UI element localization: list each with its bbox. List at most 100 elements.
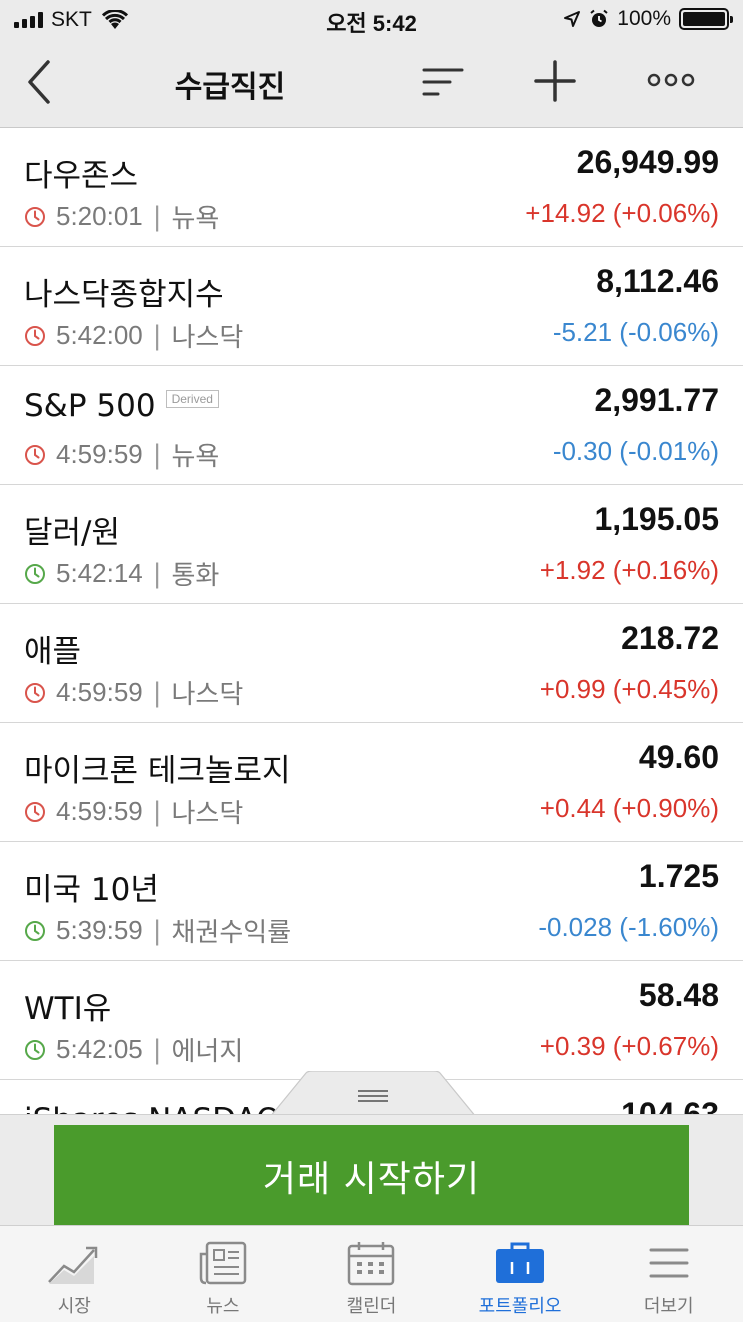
quote-time: 5:42:05 <box>56 1034 143 1064</box>
list-item[interactable]: WTI유 58.48 5:42:05 | 에너지 +0.39 (+0.67%) <box>0 961 743 1080</box>
separator: | <box>152 796 162 827</box>
market-name: 뉴욕 <box>171 204 220 234</box>
tab-news[interactable]: 뉴스 <box>149 1226 298 1322</box>
instrument-price: 2,991.77 <box>594 382 719 418</box>
tab-market[interactable]: 시장 <box>0 1226 149 1322</box>
instrument-name: 다우존스 <box>24 150 138 195</box>
nav-bar: 수급직진 <box>0 40 743 128</box>
price-change: -0.30 (-0.01%) <box>552 436 719 466</box>
quote-time: 5:42:00 <box>56 320 143 350</box>
instrument-name: 애플 <box>24 626 81 671</box>
start-trading-button[interactable]: 거래 시작하기 <box>54 1125 689 1226</box>
clock-icon <box>25 920 45 941</box>
instrument-price: 1,195.05 <box>594 501 719 537</box>
instrument-meta: 4:59:59 | 나스닥 <box>24 674 243 711</box>
market-name: 나스닥 <box>171 323 244 353</box>
more-dots-icon[interactable] <box>646 68 696 92</box>
instrument-name-text: 마이크론 테크놀로지 <box>24 753 291 789</box>
price-change: -5.21 (-0.06%) <box>552 317 719 347</box>
status-right: 100% <box>563 7 733 31</box>
calendar-icon <box>348 1242 395 1286</box>
price-change: -0.028 (-1.60%) <box>538 912 719 942</box>
instrument-name: 나스닥종합지수 <box>24 269 224 314</box>
price-change: +0.44 (+0.90%) <box>539 793 719 823</box>
quote-time: 4:59:59 <box>56 796 143 826</box>
list-item[interactable]: 달러/원 1,195.05 5:42:14 | 통화 +1.92 (+0.16%) <box>0 485 743 604</box>
drawer-handle[interactable] <box>270 1071 476 1117</box>
alarm-icon <box>590 9 608 27</box>
quote-time: 4:59:59 <box>56 677 143 707</box>
list-item[interactable]: 나스닥종합지수 8,112.46 5:42:00 | 나스닥 -5.21 (-0.06%) <box>0 247 743 366</box>
instrument-price: 26,949.99 <box>576 144 719 180</box>
sort-icon[interactable] <box>420 62 466 102</box>
portfolio-list: 다우존스 26,949.99 5:20:01 | 뉴욕 +14.92 (+0.06%) 나스… <box>0 128 743 1118</box>
separator: | <box>152 320 162 351</box>
instrument-name-text: 다우존스 <box>24 158 139 194</box>
clock-icon <box>25 206 45 227</box>
quote-time: 5:20:01 <box>56 201 143 231</box>
instrument-name: 마이크론 테크놀로지 <box>24 745 291 790</box>
instrument-meta: 5:42:00 | 나스닥 <box>24 317 243 354</box>
instrument-meta: 4:59:59 | 뉴욕 <box>24 436 219 473</box>
list-item[interactable]: 마이크론 테크놀로지 49.60 4:59:59 | 나스닥 +0.44 (+0.90%) <box>0 723 743 842</box>
instrument-meta: 5:42:05 | 에너지 <box>24 1031 243 1068</box>
tab-label: 캘린더 <box>346 1296 397 1317</box>
clock-icon <box>25 1039 45 1060</box>
page-title: 수급직진 <box>174 70 286 105</box>
instrument-price: 8,112.46 <box>596 263 719 299</box>
tab-calendar[interactable]: 캘린더 <box>297 1226 446 1322</box>
clock-icon <box>25 801 45 822</box>
instrument-price: 49.60 <box>638 739 719 775</box>
list-item[interactable]: 미국 10년 1.725 5:39:59 | 채권수익률 -0.028 (-1.60%) <box>0 842 743 961</box>
instrument-name: WTI유 <box>24 983 111 1028</box>
briefcase-icon <box>496 1242 545 1283</box>
quote-time: 4:59:59 <box>56 439 143 469</box>
instrument-price: 58.48 <box>638 977 719 1013</box>
market-name: 에너지 <box>171 1037 244 1067</box>
status-bar: SKT 오전 5:42 100% <box>0 0 743 40</box>
instrument-name: S&P 500 Derived <box>24 388 219 424</box>
tab-portfolio[interactable]: 포트폴리오 <box>446 1226 595 1322</box>
battery-icon <box>679 8 733 30</box>
instrument-meta: 5:39:59 | 채권수익률 <box>24 912 291 949</box>
price-change: +1.92 (+0.16%) <box>539 555 719 585</box>
market-chart-icon <box>48 1246 98 1284</box>
instrument-name-text: 애플 <box>24 634 82 670</box>
trade-area: 거래 시작하기 <box>0 1114 743 1226</box>
list-item[interactable]: 다우존스 26,949.99 5:20:01 | 뉴욕 +14.92 (+0.06%) <box>0 128 743 247</box>
instrument-name-text: 달러/원 <box>24 515 121 551</box>
clock-icon <box>25 682 45 703</box>
tab-label: 시장 <box>57 1296 91 1317</box>
derived-badge: Derived <box>165 390 219 408</box>
instrument-name-text: S&P 500 <box>24 388 156 424</box>
separator: | <box>152 1034 162 1065</box>
battery-percent: 100% <box>617 7 671 30</box>
separator: | <box>152 558 162 589</box>
price-change: +0.99 (+0.45%) <box>539 674 719 704</box>
instrument-meta: 4:59:59 | 나스닥 <box>24 793 243 830</box>
instrument-name-text: 나스닥종합지수 <box>24 277 224 313</box>
clock-icon <box>25 444 45 465</box>
tab-label: 뉴스 <box>206 1296 240 1317</box>
add-icon[interactable] <box>532 58 578 104</box>
instrument-name: 달러/원 <box>24 507 120 552</box>
clock-icon <box>25 563 45 584</box>
tab-label: 더보기 <box>643 1296 694 1317</box>
instrument-name-text: WTI유 <box>24 991 112 1027</box>
market-name: 채권수익률 <box>171 918 292 948</box>
instrument-meta: 5:20:01 | 뉴욕 <box>24 198 219 235</box>
tab-more[interactable]: 더보기 <box>594 1226 743 1322</box>
quote-time: 5:39:59 <box>56 915 143 945</box>
quote-time: 5:42:14 <box>56 558 143 588</box>
list-item[interactable]: 애플 218.72 4:59:59 | 나스닥 +0.99 (+0.45%) <box>0 604 743 723</box>
instrument-name: 미국 10년 <box>24 864 159 909</box>
market-name: 뉴욕 <box>171 442 220 472</box>
back-chevron-icon[interactable] <box>18 56 62 108</box>
clock-icon <box>25 325 45 346</box>
market-name: 나스닥 <box>171 680 244 710</box>
separator: | <box>152 439 162 470</box>
market-name: 나스닥 <box>171 799 244 829</box>
separator: | <box>152 677 162 708</box>
instrument-price: 1.725 <box>638 858 719 894</box>
list-item[interactable]: S&P 500 Derived 2,991.77 4:59:59 | 뉴욕 -0.30 (-… <box>0 366 743 485</box>
